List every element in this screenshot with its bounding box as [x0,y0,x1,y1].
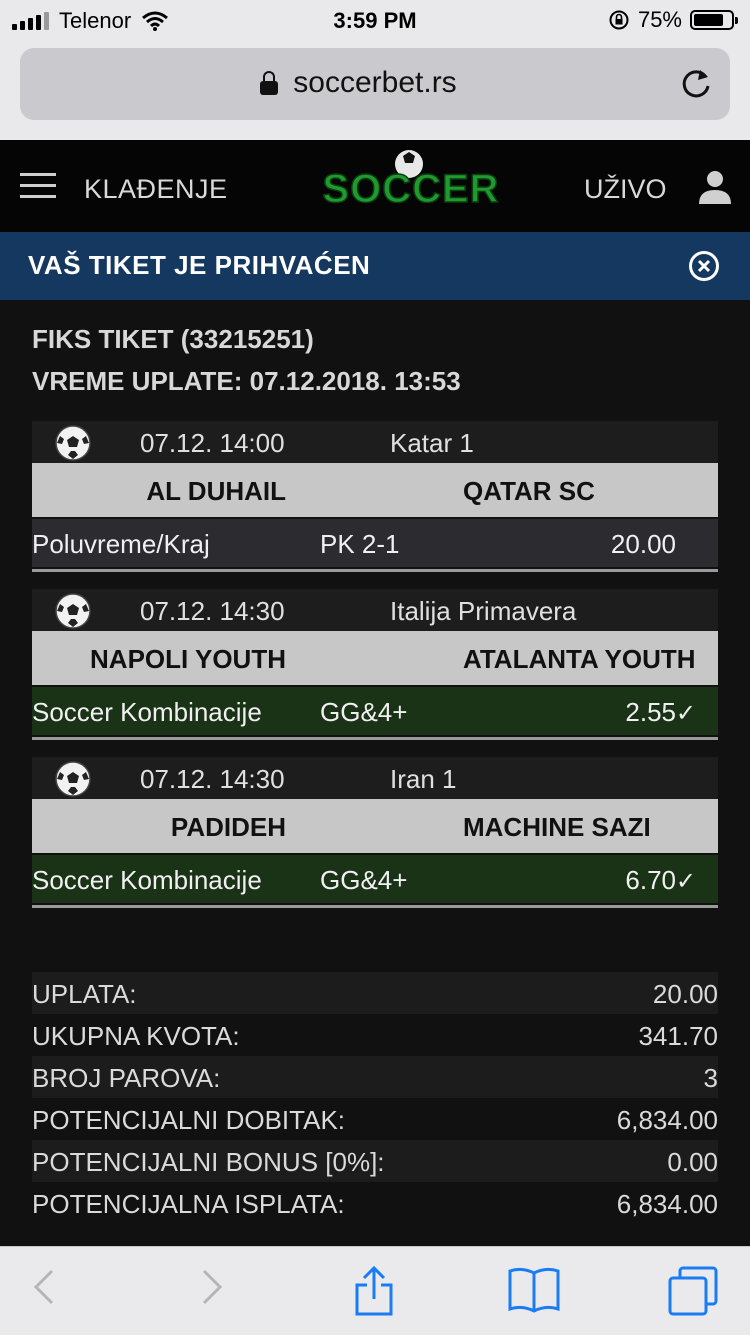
bet-odd: 2.55 [625,697,676,727]
battery-percent: 75% [637,7,682,32]
match-date: 07.12. 14:30 [140,764,285,794]
bet-odd: 20.00 [610,529,676,559]
url-host: soccerbet.rs [293,66,457,99]
soccer-ball-icon [55,593,91,629]
confirmation-banner: VAŠ TIKET JE PRIHVAĆEN [0,232,750,300]
summary-value: 0.00 [667,1147,718,1177]
payment-time: VREME UPLATE: 07.12.2018. 13:53 [32,366,461,396]
away-team: ATALANTA YOUTH [463,644,696,674]
orientation-lock-icon [609,10,629,30]
summary-row: POTENCIJALNI BONUS [0%]: 0.00 [32,1140,718,1182]
summary-value: 20.00 [652,979,718,1009]
user-icon[interactable] [696,168,734,206]
home-team: PADIDEH [170,812,286,842]
bet-pick: PK 2-1 [320,529,400,559]
summary-row: UKUPNA KVOTA: 341.70 [32,1014,718,1056]
browser-toolbar [0,1246,750,1335]
bookmarks-icon[interactable] [506,1265,562,1313]
bet-pick: GG&4+ [320,865,408,895]
match-info: 07.12. 14:00 Katar 1 [32,421,718,463]
back-icon[interactable] [30,1265,58,1309]
summary-label: POTENCIJALNI DOBITAK: [32,1105,346,1135]
soccer-ball-icon [55,425,91,461]
match-divider [32,737,718,740]
reload-icon[interactable] [676,64,716,104]
summary-label: POTENCIJALNA ISPLATA: [32,1189,345,1219]
check-icon: ✓ [675,868,696,895]
nav-betting-link[interactable]: KLAĐENJE [84,174,228,205]
bet-pick: GG&4+ [320,697,408,727]
away-team: QATAR SC [463,476,595,506]
match-card: 07.12. 14:00 Katar 1 AL DUHAIL QATAR SC … [32,421,718,572]
forward-icon[interactable] [198,1265,226,1309]
match-league: Italija Primavera [390,596,577,626]
match-divider [32,569,718,572]
ticket-title: FIKS TIKET (33215251) [32,324,314,354]
banner-message: VAŠ TIKET JE PRIHVAĆEN [28,250,371,280]
tabs-icon[interactable] [666,1265,720,1317]
match-league: Katar 1 [390,428,474,458]
bet-row: Poluvreme/Kraj PK 2-1 20.00 [32,519,718,567]
ticket-summary: UPLATA: 20.00 UKUPNA KVOTA: 341.70 BROJ … [32,972,718,1224]
battery-icon [690,10,738,30]
bet-row: Soccer Kombinacije GG&4+ 6.70 ✓ [32,855,718,903]
bet-market: Soccer Kombinacije [32,697,262,727]
soccer-ball-icon [55,761,91,797]
hamburger-icon[interactable] [20,173,56,199]
match-teams: PADIDEH MACHINE SAZI [32,799,718,853]
share-icon[interactable] [352,1265,396,1317]
summary-label: BROJ PAROVA: [32,1063,221,1093]
bet-row: Soccer Kombinacije GG&4+ 2.55 ✓ [32,687,718,735]
summary-value: 341.70 [638,1021,718,1051]
status-bar: Telenor 3:59 PM 75% [0,0,750,40]
match-teams: NAPOLI YOUTH ATALANTA YOUTH [32,631,718,685]
bet-odd: 6.70 [625,865,676,895]
match-info: 07.12. 14:30 Iran 1 [32,757,718,799]
check-icon: ✓ [675,700,696,727]
home-team: NAPOLI YOUTH [90,644,286,674]
bet-market: Poluvreme/Kraj [32,529,210,559]
summary-value: 6,834.00 [616,1189,718,1219]
home-team: AL DUHAIL [146,476,286,506]
summary-value: 3 [703,1063,718,1093]
match-card: 07.12. 14:30 Italija Primavera NAPOLI YO… [32,589,718,740]
summary-label: UPLATA: [32,979,137,1009]
browser-chrome: Telenor 3:59 PM 75% soccerbet.rs [0,0,750,140]
match-teams: AL DUHAIL QATAR SC [32,463,718,517]
nav-live-link[interactable]: UŽIVO [584,174,667,205]
match-info: 07.12. 14:30 Italija Primavera [32,589,718,631]
match-date: 07.12. 14:00 [140,428,285,458]
summary-label: UKUPNA KVOTA: [32,1021,240,1051]
match-card: 07.12. 14:30 Iran 1 PADIDEH MACHINE SAZI… [32,757,718,908]
summary-row: UPLATA: 20.00 [32,972,718,1014]
logo-text: SOCCER [322,167,499,210]
summary-row: BROJ PAROVA: 3 [32,1056,718,1098]
summary-row: POTENCIJALNI DOBITAK: 6,834.00 [32,1098,718,1140]
away-team: MACHINE SAZI [463,812,651,842]
bet-market: Soccer Kombinacije [32,865,262,895]
address-bar[interactable]: soccerbet.rs [20,48,730,120]
summary-row: POTENCIJALNA ISPLATA: 6,834.00 [32,1182,718,1224]
match-date: 07.12. 14:30 [140,596,285,626]
summary-value: 6,834.00 [616,1105,718,1135]
close-icon[interactable] [688,250,720,282]
match-divider [32,905,718,908]
match-league: Iran 1 [390,764,457,794]
summary-label: POTENCIJALNI BONUS [0%]: [32,1147,385,1177]
site-logo[interactable]: SOCCER [305,146,517,210]
